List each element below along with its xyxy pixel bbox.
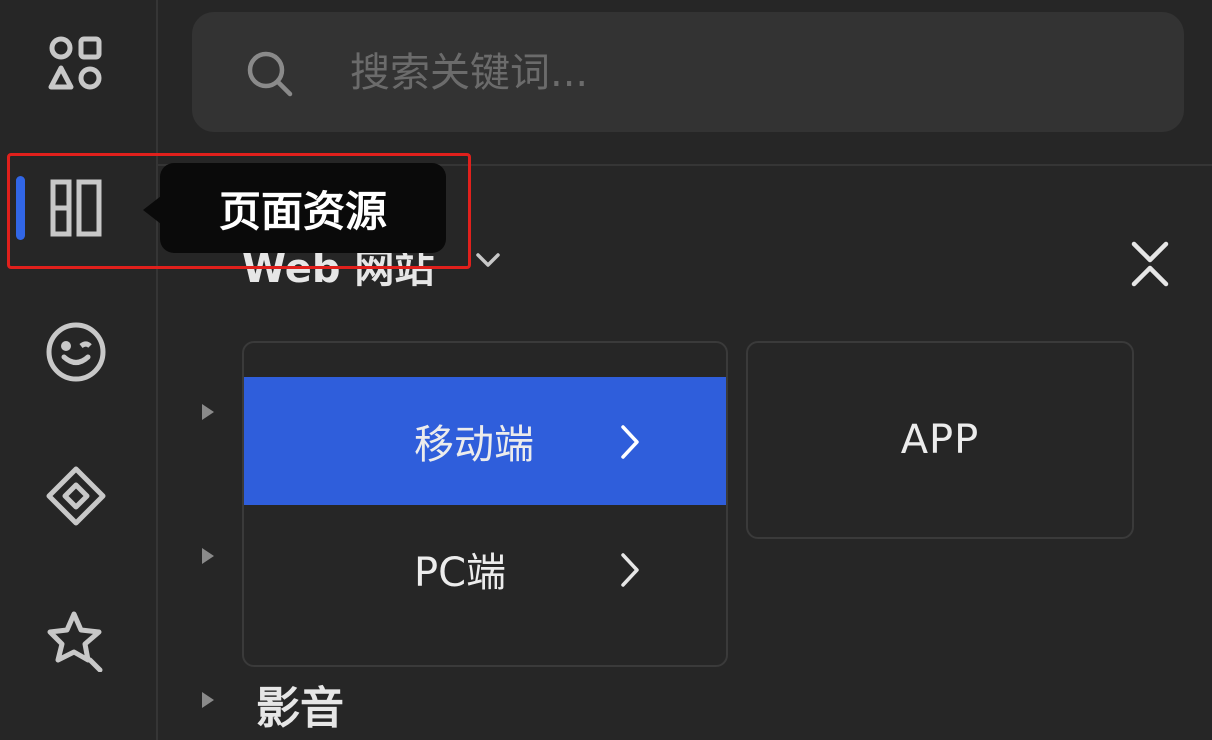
components-icon[interactable] xyxy=(40,28,112,100)
tree-expand-arrow-icon[interactable] xyxy=(202,692,214,708)
platform-submenu: APP xyxy=(746,341,1134,539)
platform-dropdown: 移动端 PC端 xyxy=(242,341,728,667)
active-indicator xyxy=(16,176,25,240)
menu-item-pc[interactable]: PC端 xyxy=(244,505,726,633)
diamond-icon[interactable] xyxy=(40,460,112,532)
chevron-down-icon[interactable] xyxy=(474,250,502,270)
tooltip-arrow xyxy=(143,196,161,224)
sidebar xyxy=(0,0,158,740)
menu-item-label: 移动端 xyxy=(414,422,534,468)
search-bar xyxy=(192,12,1184,132)
sparkle-star-icon[interactable] xyxy=(40,604,112,676)
chevron-right-icon xyxy=(621,425,639,459)
tree-expand-arrow-icon[interactable] xyxy=(202,548,214,564)
search-input[interactable] xyxy=(348,42,1152,104)
submenu-item-app[interactable]: APP xyxy=(901,417,980,463)
menu-item-mobile[interactable]: 移动端 xyxy=(244,377,726,505)
search-icon xyxy=(247,51,293,97)
page-layout-icon[interactable] xyxy=(40,172,112,244)
tree-item-media[interactable]: 影音 xyxy=(256,672,344,736)
chevron-right-icon xyxy=(621,553,639,587)
tree-expand-arrow-icon[interactable] xyxy=(202,404,214,420)
collapse-icon[interactable] xyxy=(1124,238,1176,290)
tooltip: 页面资源 xyxy=(160,163,446,253)
emoji-icon[interactable] xyxy=(40,316,112,388)
menu-item-label: PC端 xyxy=(414,550,507,596)
tooltip-label: 页面资源 xyxy=(218,186,387,236)
